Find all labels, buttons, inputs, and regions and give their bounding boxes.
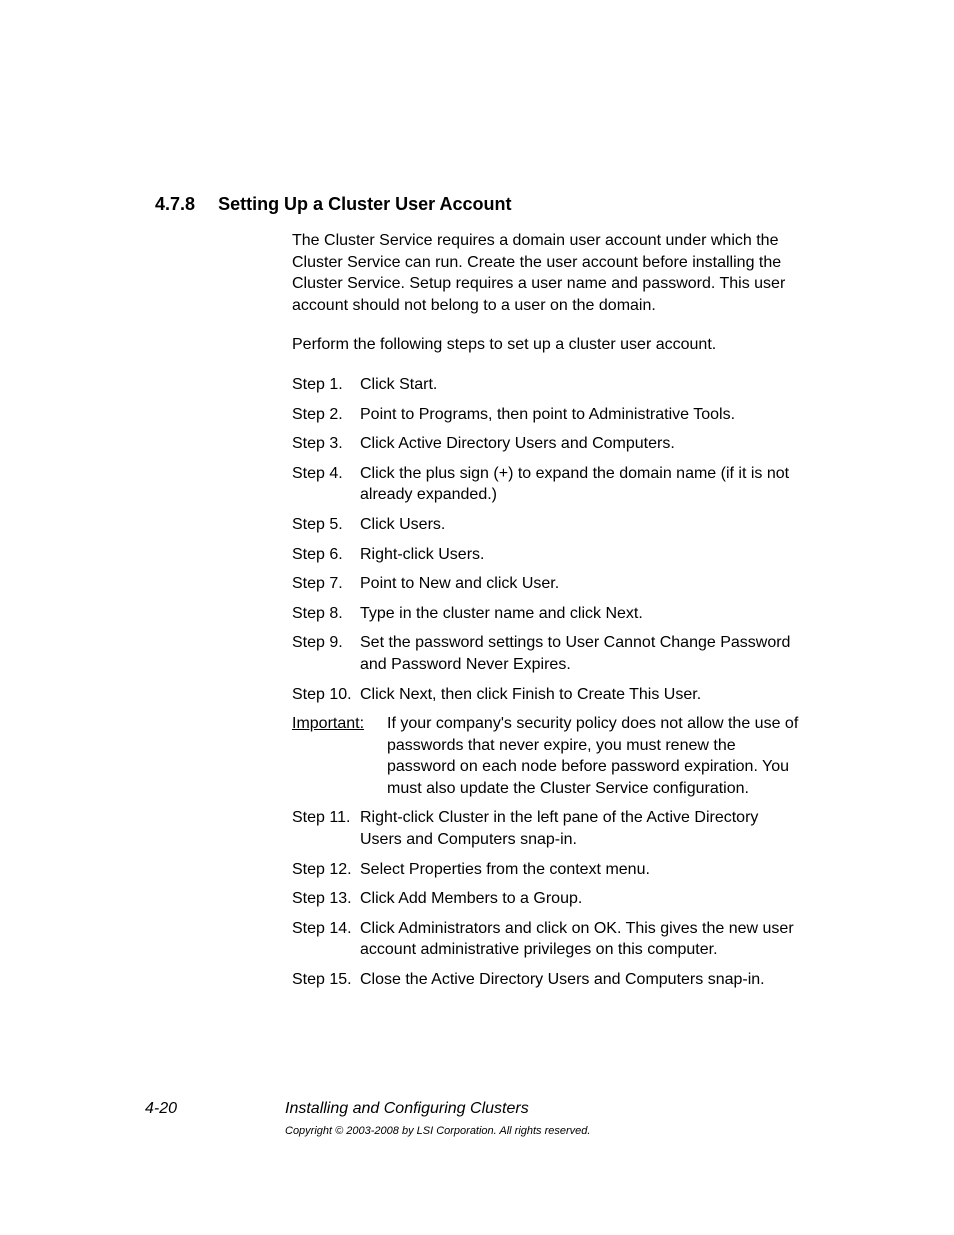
step-row: Step 7.Point to New and click User. xyxy=(292,573,802,595)
step-label: Step 4. xyxy=(292,463,360,485)
step-text: Click Add Members to a Group. xyxy=(360,888,802,910)
step-row: Step 9.Set the password settings to User… xyxy=(292,632,802,675)
step-row: Step 12.Select Properties from the conte… xyxy=(292,859,802,881)
step-row: Step 8.Type in the cluster name and clic… xyxy=(292,603,802,625)
step-row: Step 1.Click Start. xyxy=(292,374,802,396)
chapter-title: Installing and Configuring Clusters xyxy=(285,1098,590,1120)
body-column: The Cluster Service requires a domain us… xyxy=(292,230,802,999)
copyright-text: Copyright © 2003-2008 by LSI Corporation… xyxy=(285,1124,590,1139)
page: 4.7.8 Setting Up a Cluster User Account … xyxy=(0,0,954,1235)
step-label: Step 12. xyxy=(292,859,360,881)
important-note: Important: If your company's security po… xyxy=(292,713,802,799)
step-row: Step 13.Click Add Members to a Group. xyxy=(292,888,802,910)
step-label: Step 3. xyxy=(292,433,360,455)
step-text: Point to Programs, then point to Adminis… xyxy=(360,404,802,426)
section-title: Setting Up a Cluster User Account xyxy=(218,194,511,214)
step-label: Step 15. xyxy=(292,969,360,991)
step-text: Click Administrators and click on OK. Th… xyxy=(360,918,802,961)
step-label: Step 14. xyxy=(292,918,360,940)
step-text: Click Users. xyxy=(360,514,802,536)
step-label: Step 8. xyxy=(292,603,360,625)
step-text: Right-click Cluster in the left pane of … xyxy=(360,807,802,850)
step-row: Step 14.Click Administrators and click o… xyxy=(292,918,802,961)
step-label: Step 5. xyxy=(292,514,360,536)
step-label: Step 1. xyxy=(292,374,360,396)
section-heading: 4.7.8 Setting Up a Cluster User Account xyxy=(155,192,511,216)
step-label: Step 7. xyxy=(292,573,360,595)
step-text: Right-click Users. xyxy=(360,544,802,566)
step-text: Select Properties from the context menu. xyxy=(360,859,802,881)
step-row: Step 5.Click Users. xyxy=(292,514,802,536)
step-label: Step 6. xyxy=(292,544,360,566)
step-row: Step 3.Click Active Directory Users and … xyxy=(292,433,802,455)
step-text: Click Start. xyxy=(360,374,802,396)
step-label: Step 2. xyxy=(292,404,360,426)
step-row: Step 10.Click Next, then click Finish to… xyxy=(292,684,802,706)
step-text: Click the plus sign (+) to expand the do… xyxy=(360,463,802,506)
step-text: Click Active Directory Users and Compute… xyxy=(360,433,802,455)
step-label: Step 10. xyxy=(292,684,360,706)
page-number: 4-20 xyxy=(145,1098,285,1120)
step-row: Step 6.Right-click Users. xyxy=(292,544,802,566)
page-footer: 4-20 Installing and Configuring Clusters… xyxy=(145,1098,805,1138)
step-row: Step 2.Point to Programs, then point to … xyxy=(292,404,802,426)
step-label: Step 11. xyxy=(292,807,360,829)
step-label: Step 9. xyxy=(292,632,360,654)
intro-paragraph-1: The Cluster Service requires a domain us… xyxy=(292,230,802,316)
step-text: Close the Active Directory Users and Com… xyxy=(360,969,802,991)
important-label: Important: xyxy=(292,713,387,735)
step-label: Step 13. xyxy=(292,888,360,910)
steps-list-a: Step 1.Click Start.Step 2.Point to Progr… xyxy=(292,374,802,705)
steps-list-b: Step 11.Right-click Cluster in the left … xyxy=(292,807,802,990)
step-text: Click Next, then click Finish to Create … xyxy=(360,684,802,706)
important-text: If your company's security policy does n… xyxy=(387,713,802,799)
section-number: 4.7.8 xyxy=(155,192,195,216)
intro-paragraph-2: Perform the following steps to set up a … xyxy=(292,334,802,356)
step-row: Step 11.Right-click Cluster in the left … xyxy=(292,807,802,850)
step-text: Set the password settings to User Cannot… xyxy=(360,632,802,675)
step-text: Point to New and click User. xyxy=(360,573,802,595)
step-text: Type in the cluster name and click Next. xyxy=(360,603,802,625)
step-row: Step 4.Click the plus sign (+) to expand… xyxy=(292,463,802,506)
step-row: Step 15.Close the Active Directory Users… xyxy=(292,969,802,991)
